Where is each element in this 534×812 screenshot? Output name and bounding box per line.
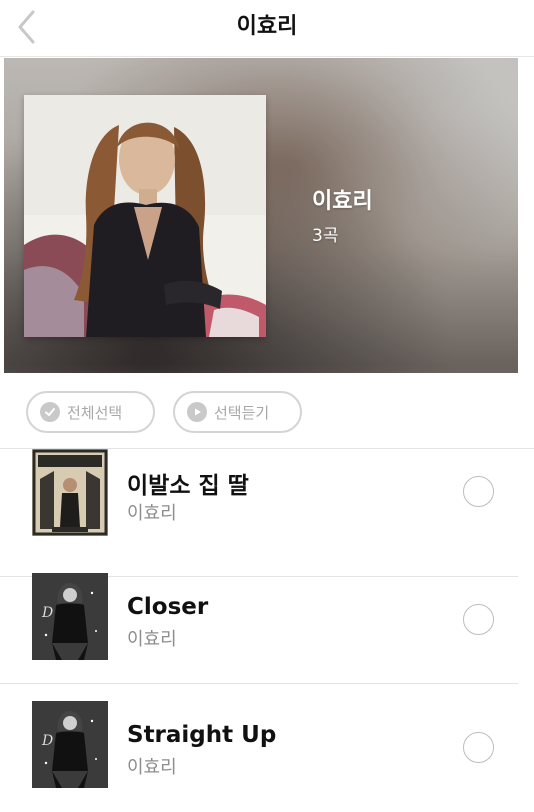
song-thumbnail	[32, 449, 108, 536]
top-bar: 이효리	[0, 0, 534, 56]
song-select-radio[interactable]	[463, 732, 494, 763]
play-circle-icon	[187, 402, 207, 422]
song-select-radio[interactable]	[463, 604, 494, 635]
song-row[interactable]: D Straight Up 이효리	[0, 684, 534, 812]
song-select-radio[interactable]	[463, 476, 494, 507]
song-row[interactable]: D Closer 이효리	[0, 556, 534, 684]
song-title: 이발소 집 딸	[127, 473, 249, 499]
checkmark-circle-icon	[40, 402, 60, 422]
song-artist: 이효리	[127, 629, 177, 650]
select-all-label: 전체선택	[67, 403, 123, 422]
header-divider	[0, 56, 534, 57]
album-hero: 이효리 3곡	[4, 58, 518, 373]
play-selected-label: 선택듣기	[214, 403, 270, 422]
song-thumbnail: D	[32, 701, 108, 788]
song-title: Straight Up	[127, 722, 277, 748]
hero-track-count: 3곡	[312, 226, 339, 246]
song-thumbnail: D	[32, 573, 108, 660]
song-artist: 이효리	[127, 757, 177, 778]
album-cover-image[interactable]	[24, 95, 266, 337]
play-selected-button[interactable]: 선택듣기	[173, 391, 302, 433]
svg-text:D: D	[41, 605, 53, 621]
page-title: 이효리	[236, 14, 298, 39]
song-artist: 이효리	[127, 503, 177, 524]
song-title: Closer	[127, 594, 209, 620]
svg-text:D: D	[41, 733, 53, 749]
hero-artist-name: 이효리	[312, 189, 373, 214]
select-all-button[interactable]: 전체선택	[26, 391, 155, 433]
